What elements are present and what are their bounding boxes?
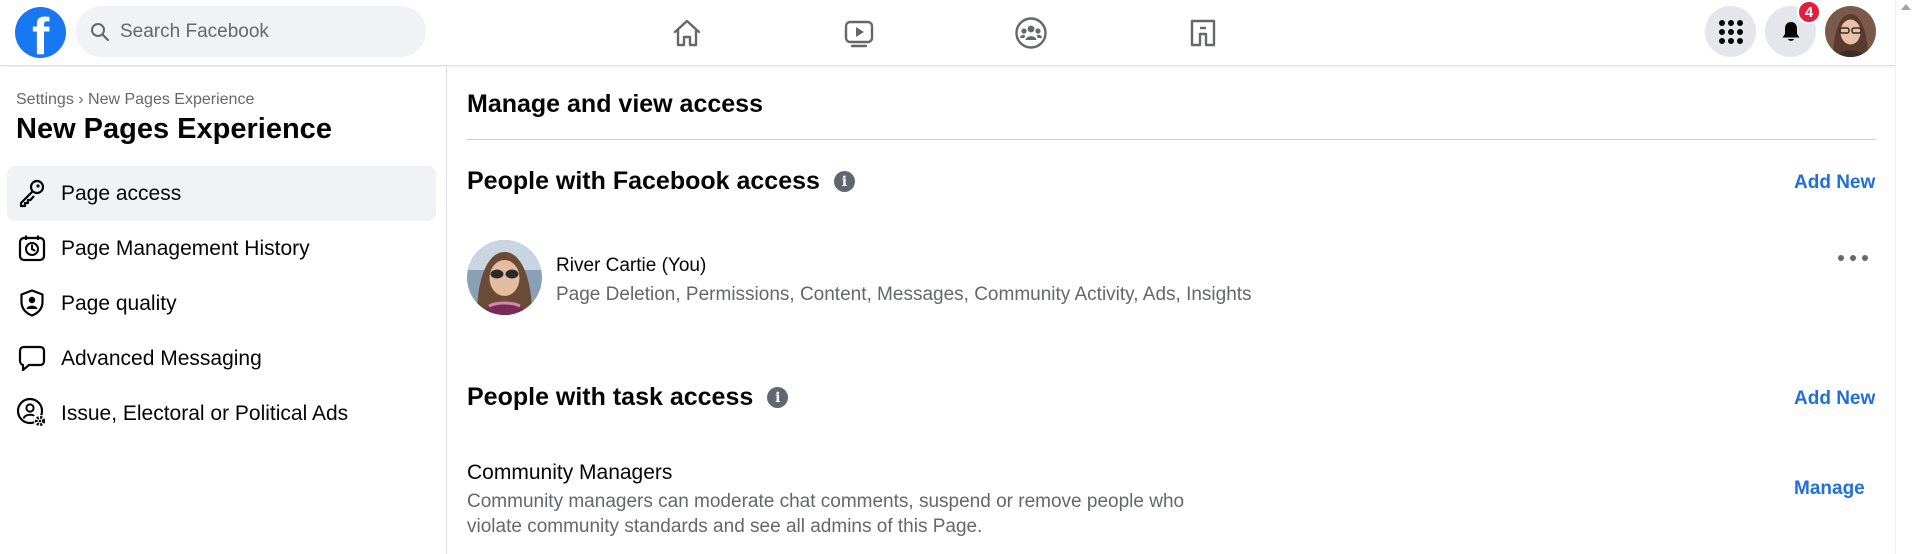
task-access-heading: People with task access i [467,383,789,412]
page-scrollbar[interactable] [1895,0,1915,554]
person-name[interactable]: River Cartie (You) [556,255,706,277]
sidebar-item-political-ads[interactable]: Issue, Electoral or Political Ads [7,386,436,441]
person-avatar[interactable] [467,240,542,315]
person-gear-icon [15,396,49,430]
person-permissions: Page Deletion, Permissions, Content, Mes… [556,284,1252,305]
page-title: New Pages Experience [16,113,332,145]
sidebar-item-label: Page access [61,181,182,205]
top-navigation-bar: f Search Facebook 4 [0,0,1895,66]
facebook-logo[interactable]: f [15,7,66,58]
sidebar-item-label: Issue, Electoral or Political Ads [61,401,349,425]
section-title-manage-access: Manage and view access [467,90,763,118]
breadcrumb[interactable]: Settings › New Pages Experience [16,91,254,109]
search-icon [91,22,110,41]
sidebar-item-advanced-messaging[interactable]: Advanced Messaging [7,331,436,386]
sidebar-item-label: Advanced Messaging [61,346,262,370]
settings-sidebar: Settings › New Pages Experience New Page… [0,67,447,554]
notification-count-badge: 4 [1797,0,1821,24]
section-divider [467,139,1876,140]
search-bar[interactable] [76,6,426,57]
chat-bubble-icon [15,341,49,375]
task-access-title: People with task access [467,383,754,411]
account-avatar[interactable] [1825,6,1876,57]
search-input[interactable] [120,20,400,43]
grid-menu-icon [1718,19,1743,44]
sidebar-item-label: Page Management History [61,236,310,260]
groups-icon[interactable] [1009,11,1053,55]
sidebar-item-page-access[interactable]: Page access [7,166,436,221]
gaming-icon[interactable] [1181,11,1225,55]
scroll-up-arrow-icon[interactable] [1901,4,1911,10]
community-managers-title: Community Managers [467,461,673,484]
more-options-icon[interactable] [1838,248,1868,268]
sidebar-item-page-management-history[interactable]: Page Management History [7,221,436,276]
facebook-logo-letter: f [32,8,50,58]
add-new-task-access-button[interactable]: Add New [1794,388,1875,410]
sidebar-item-page-quality[interactable]: Page quality [7,276,436,331]
info-icon[interactable]: i [767,387,789,408]
bell-icon [1782,21,1799,41]
facebook-access-title: People with Facebook access [467,167,820,195]
home-icon[interactable] [665,11,709,55]
info-icon[interactable]: i [833,171,855,192]
add-new-facebook-access-button[interactable]: Add New [1794,172,1875,194]
sidebar-item-label: Page quality [61,291,177,315]
history-icon [15,231,49,265]
facebook-access-heading: People with Facebook access i [467,167,855,196]
shield-icon [15,286,49,320]
key-icon [15,176,49,210]
manage-community-managers-button[interactable]: Manage [1794,478,1865,500]
community-managers-description: Community managers can moderate chat com… [467,491,1185,537]
watch-icon[interactable] [837,11,881,55]
menu-button[interactable] [1705,6,1756,57]
